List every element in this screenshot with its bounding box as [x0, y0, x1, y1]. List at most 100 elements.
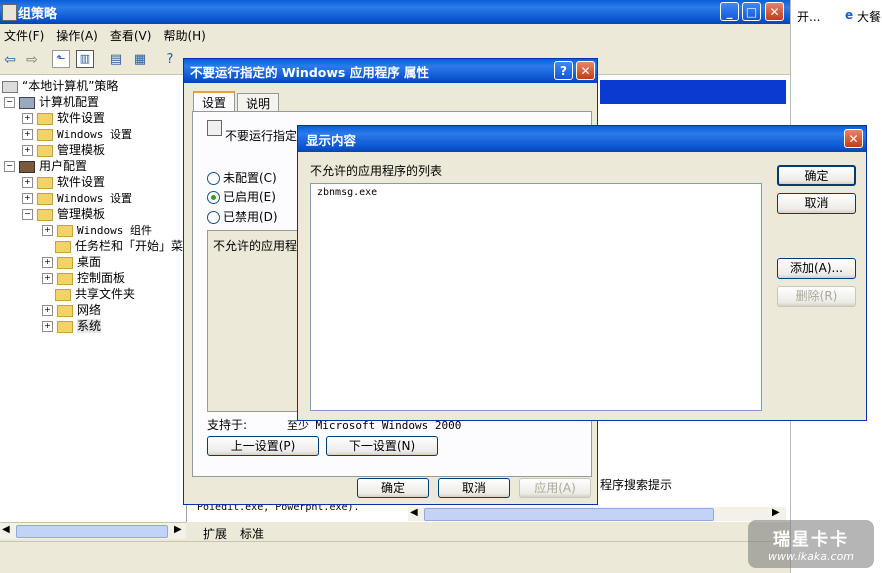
expand-icon[interactable]: +	[42, 305, 53, 316]
policy-tree: “本地计算机”策略 − 计算机配置 + 软件设置 + Windows 设置 + 管理模板…	[0, 75, 187, 522]
folder-icon	[57, 256, 73, 269]
show-contents-close-button[interactable]: ✕	[844, 129, 863, 148]
properties-title: 不要运行指定的 Windows 应用程序 属性	[190, 64, 430, 80]
properties-apply-button[interactable]: 应用(A)	[519, 478, 591, 498]
tree-item-software-settings[interactable]: + 软件设置	[22, 110, 105, 126]
tab-settings[interactable]: 设置	[193, 91, 236, 113]
main-title-bar[interactable]: 组策略 _ □ ✕	[0, 0, 790, 24]
folder-icon	[55, 240, 71, 253]
setting-name-label: 不要运行指定	[225, 129, 298, 143]
expand-icon[interactable]: +	[42, 257, 53, 268]
menu-bar: 文件(F) 操作(A) 查看(V) 帮助(H)	[0, 25, 790, 45]
tree-item-user-software-settings[interactable]: + 软件设置	[22, 174, 105, 190]
menu-help[interactable]: 帮助(H)	[159, 27, 213, 44]
expand-icon[interactable]: +	[22, 113, 33, 124]
menu-view[interactable]: 查看(V)	[106, 27, 160, 44]
details-text-fragment: 程序搜索提示	[600, 478, 673, 492]
show-contents-ok-button[interactable]: 确定	[777, 165, 856, 186]
tree-horizontal-scrollbar[interactable]: ◀ ▶	[0, 522, 186, 539]
expand-icon[interactable]: +	[22, 193, 33, 204]
menu-file[interactable]: 文件(F)	[0, 27, 52, 44]
close-button[interactable]: ✕	[765, 2, 784, 21]
tree-item-user-config[interactable]: − 用户配置	[4, 158, 87, 174]
tab-extended[interactable]: 扩展	[203, 525, 227, 542]
delete-button[interactable]: 删除(R)	[777, 286, 856, 307]
collapse-icon[interactable]: −	[4, 97, 15, 108]
folder-icon	[37, 128, 53, 141]
menu-action[interactable]: 操作(A)	[52, 27, 106, 44]
expand-icon[interactable]: +	[42, 321, 53, 332]
up-folder-icon[interactable]: ⬑	[52, 50, 70, 68]
tab-standard[interactable]: 标准	[240, 525, 264, 542]
radio-circle	[207, 172, 220, 185]
scroll-right-icon[interactable]: ▶	[174, 524, 182, 535]
collapse-icon[interactable]: −	[4, 161, 15, 172]
expand-icon[interactable]: +	[42, 273, 53, 284]
group-policy-app-icon	[2, 4, 17, 21]
tree-item-shared-folders[interactable]: 共享文件夹	[55, 286, 135, 302]
tree-item-user-windows-settings[interactable]: + Windows 设置	[22, 190, 132, 206]
folder-open-icon	[37, 208, 53, 221]
expand-icon[interactable]: +	[22, 145, 33, 156]
collapse-icon[interactable]: −	[22, 209, 33, 220]
properties-ok-button[interactable]: 确定	[357, 478, 429, 498]
help-button[interactable]: ?	[554, 61, 573, 80]
tree-item-taskbar-start-menu[interactable]: 任务栏和「开始」菜单	[55, 238, 186, 254]
scroll-thumb[interactable]	[16, 525, 168, 538]
maximize-button[interactable]: □	[742, 2, 761, 21]
details-horizontal-scrollbar[interactable]: ◀ ▶	[408, 507, 786, 521]
radio-circle	[207, 211, 220, 224]
folder-icon	[37, 144, 53, 157]
folder-icon	[37, 112, 53, 125]
scroll-thumb[interactable]	[424, 508, 714, 521]
tree-item-user-admin-templates[interactable]: − 管理模板	[22, 206, 105, 222]
show-hide-tree-icon[interactable]: ▥	[76, 50, 94, 68]
tree-item-system[interactable]: + 系统	[42, 318, 102, 334]
export-list-icon[interactable]: ▦	[130, 50, 150, 70]
list-label: 不允许的应用程序的列表	[310, 164, 443, 178]
next-setting-button[interactable]: 下一设置(N)	[326, 436, 438, 456]
folder-icon	[37, 176, 53, 189]
show-contents-cancel-button[interactable]: 取消	[777, 193, 856, 214]
show-contents-title: 显示内容	[306, 132, 357, 148]
scroll-left-icon[interactable]: ◀	[410, 507, 418, 518]
tree-item-windows-components[interactable]: + Windows 组件	[42, 222, 152, 238]
ikaka-watermark-logo: 瑞星卡卡 www.ikaka.com	[748, 520, 874, 568]
previous-setting-button[interactable]: 上一设置(P)	[207, 436, 319, 456]
add-button[interactable]: 添加(A)...	[777, 258, 856, 279]
policy-icon	[2, 80, 18, 93]
selected-setting-row[interactable]	[600, 80, 786, 104]
properties-title-bar[interactable]: 不要运行指定的 Windows 应用程序 属性 ? ✕	[184, 59, 597, 83]
tree-item-control-panel[interactable]: + 控制面板	[42, 270, 125, 286]
minimize-button[interactable]: _	[720, 2, 739, 21]
scroll-right-icon[interactable]: ▶	[772, 507, 780, 518]
tree-item-admin-templates[interactable]: + 管理模板	[22, 142, 105, 158]
side-text-1: 开...	[797, 10, 821, 24]
disallowed-apps-list[interactable]: zbnmsg.exe	[310, 183, 762, 411]
tree-item-computer-config[interactable]: − 计算机配置	[4, 94, 99, 110]
scroll-left-icon[interactable]: ◀	[2, 524, 10, 535]
radio-not-configured[interactable]: 未配置(C)	[207, 169, 277, 186]
tree-item-windows-settings[interactable]: + Windows 设置	[22, 126, 132, 142]
show-contents-dialog: 显示内容 ✕ 不允许的应用程序的列表 zbnmsg.exe 确定 取消 添加(A…	[297, 125, 867, 421]
properties-cancel-button[interactable]: 取消	[438, 478, 510, 498]
help-icon[interactable]: ?	[160, 50, 180, 70]
tree-item-network[interactable]: + 网络	[42, 302, 101, 318]
supported-on-label: 支持于:	[207, 418, 248, 432]
expand-icon[interactable]: +	[22, 177, 33, 188]
tree-item-desktop[interactable]: + 桌面	[42, 254, 101, 270]
properties-close-button[interactable]: ✕	[576, 61, 595, 80]
folder-icon	[57, 272, 73, 285]
tree-item-local-policy[interactable]: “本地计算机”策略	[2, 78, 118, 94]
properties-icon[interactable]: ▤	[106, 50, 126, 70]
radio-disabled[interactable]: 已禁用(D)	[207, 208, 278, 225]
forward-arrow-icon[interactable]: ⇨	[22, 50, 42, 70]
expand-icon[interactable]: +	[42, 225, 53, 236]
radio-enabled[interactable]: 已启用(E)	[207, 188, 276, 205]
expand-icon[interactable]: +	[22, 129, 33, 140]
show-contents-title-bar[interactable]: 显示内容 ✕	[298, 126, 866, 152]
policy-setting-icon	[207, 120, 222, 136]
options-list-label: 不允许的应用程	[213, 239, 298, 253]
list-item[interactable]: zbnmsg.exe	[317, 187, 377, 198]
back-arrow-icon[interactable]: ⇦	[0, 50, 20, 70]
